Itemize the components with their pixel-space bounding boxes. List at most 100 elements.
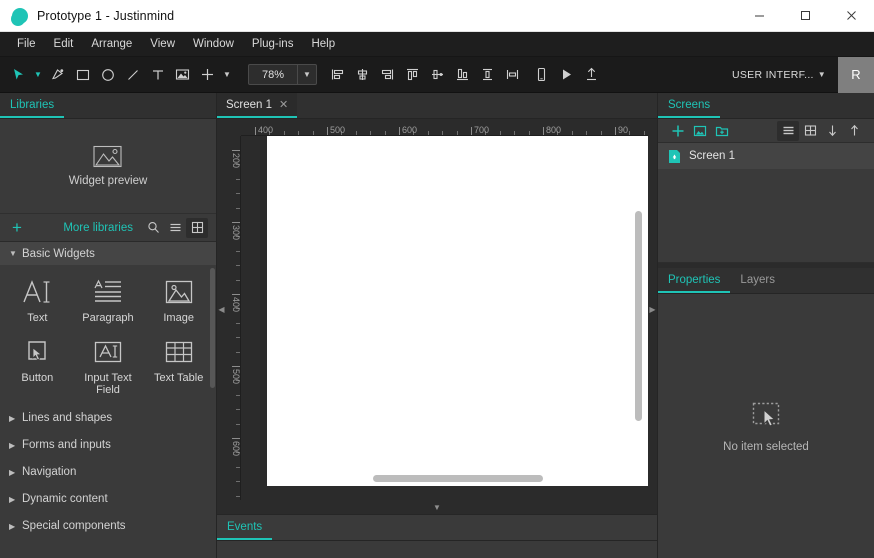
plus-icon[interactable] [195, 62, 220, 88]
widget-paragraph[interactable]: Paragraph [73, 271, 144, 329]
align-center-horizontal-icon[interactable] [350, 62, 375, 88]
ruler-label: 500 [231, 369, 240, 384]
libraries-scroll-area[interactable]: ▼ Basic Widgets Text [0, 242, 216, 558]
ruler-tick [232, 294, 240, 295]
image-screen-icon[interactable] [689, 121, 711, 141]
arrow-down-icon[interactable] [821, 121, 843, 141]
align-top-icon[interactable] [400, 62, 425, 88]
ruler-tick [500, 131, 501, 135]
align-middle-vertical-icon[interactable] [425, 62, 450, 88]
collapse-down-icon[interactable]: ▼ [217, 500, 657, 514]
screen-tab-label: Screen 1 [226, 99, 272, 111]
add-tool-dropdown[interactable]: ▼ [220, 62, 234, 88]
rectangle-icon[interactable] [70, 62, 95, 88]
category-lines-and-shapes[interactable]: ▶ Lines and shapes [0, 405, 216, 432]
add-library-button[interactable]: + [8, 218, 26, 238]
tab-screen-1[interactable]: Screen 1 ✕ [217, 93, 297, 118]
input-field-icon [91, 337, 125, 367]
maximize-button[interactable] [782, 0, 828, 31]
paragraph-icon [91, 277, 125, 307]
ruler-tick [428, 131, 429, 135]
avatar[interactable]: R [838, 57, 874, 93]
widget-button[interactable]: Button [2, 331, 73, 401]
cursor-arrow-icon[interactable] [6, 62, 31, 88]
ruler-tick [236, 424, 240, 425]
mobile-device-icon[interactable] [529, 62, 554, 88]
menu-arrange[interactable]: Arrange [82, 35, 141, 53]
category-label: Dynamic content [22, 493, 108, 505]
ruler-tick [232, 222, 240, 223]
tab-layers[interactable]: Layers [730, 268, 785, 293]
align-left-icon[interactable] [325, 62, 350, 88]
distribute-vertical-icon[interactable] [475, 62, 500, 88]
add-screen-button[interactable] [667, 121, 689, 141]
canvas-wrapper: ◀ 40050060070080090 200300400500600 ▶ [217, 119, 657, 500]
widget-input-text-field[interactable]: Input Text Field [73, 331, 144, 401]
ruler-tick [232, 366, 240, 367]
select-tool-dropdown[interactable]: ▼ [31, 62, 45, 88]
category-label: Special components [22, 520, 126, 532]
canvas-horizontal-scrollbar[interactable] [373, 475, 543, 482]
align-right-icon[interactable] [375, 62, 400, 88]
menu-file[interactable]: File [8, 35, 45, 53]
ruler-label: 700 [474, 126, 489, 135]
menu-plugins[interactable]: Plug-ins [243, 35, 303, 53]
distribute-horizontal-icon[interactable] [500, 62, 525, 88]
widget-text-table[interactable]: Text Table [143, 331, 214, 401]
close-button[interactable] [828, 0, 874, 31]
grid-view-icon[interactable] [799, 121, 821, 141]
ruler-label: 800 [546, 126, 561, 135]
widget-image[interactable]: Image [143, 271, 214, 329]
arrow-up-icon[interactable] [843, 121, 865, 141]
line-icon[interactable] [120, 62, 145, 88]
zoom-control[interactable]: 78% ▼ [248, 64, 317, 85]
folder-add-icon[interactable] [711, 121, 733, 141]
user-interface-dropdown[interactable]: USER INTERF... ▼ [720, 57, 838, 92]
pen-icon[interactable] [45, 62, 70, 88]
screen-list-item[interactable]: Screen 1 [658, 143, 874, 169]
ruler-tick [457, 131, 458, 135]
align-bottom-icon[interactable] [450, 62, 475, 88]
chevron-right-icon: ▶ [9, 441, 16, 450]
minimize-button[interactable] [736, 0, 782, 31]
widget-label: Paragraph [82, 312, 133, 325]
menu-help[interactable]: Help [302, 35, 344, 53]
close-icon[interactable]: ✕ [279, 98, 288, 111]
menu-edit[interactable]: Edit [45, 35, 83, 53]
list-view-icon[interactable] [164, 218, 186, 238]
tab-screens[interactable]: Screens [658, 93, 720, 118]
category-special-components[interactable]: ▶ Special components [0, 513, 216, 540]
image-icon[interactable] [170, 62, 195, 88]
menu-view[interactable]: View [141, 35, 184, 53]
screen-canvas[interactable] [267, 136, 648, 486]
menu-window[interactable]: Window [184, 35, 243, 53]
collapse-left-icon[interactable]: ◀ [217, 119, 226, 500]
libraries-scrollbar[interactable] [210, 268, 215, 388]
canvas-vertical-scrollbar[interactable] [635, 211, 642, 421]
play-icon[interactable] [554, 62, 579, 88]
search-icon[interactable] [142, 218, 164, 238]
text-t-icon[interactable] [145, 62, 170, 88]
events-tab-bar: Events [217, 515, 657, 541]
collapse-right-icon[interactable]: ▶ [648, 119, 657, 500]
ruler-label: 600 [231, 441, 240, 456]
category-dynamic-content[interactable]: ▶ Dynamic content [0, 486, 216, 513]
tab-libraries[interactable]: Libraries [0, 93, 64, 118]
ruler-tick [356, 131, 357, 135]
chevron-down-icon[interactable]: ▼ [297, 65, 316, 84]
category-label: Navigation [22, 466, 76, 478]
tab-events[interactable]: Events [217, 515, 272, 540]
category-navigation[interactable]: ▶ Navigation [0, 459, 216, 486]
more-libraries-link[interactable]: More libraries [63, 222, 133, 234]
ruler-label: 500 [330, 126, 345, 135]
widget-text[interactable]: Text [2, 271, 73, 329]
tab-properties[interactable]: Properties [658, 268, 730, 293]
category-forms-and-inputs[interactable]: ▶ Forms and inputs [0, 432, 216, 459]
zoom-value[interactable]: 78% [249, 69, 297, 81]
canvas-viewport[interactable] [241, 136, 648, 500]
grid-view-icon[interactable] [186, 218, 208, 238]
ellipse-icon[interactable] [95, 62, 120, 88]
category-basic-widgets[interactable]: ▼ Basic Widgets [0, 242, 216, 265]
list-view-icon[interactable] [777, 121, 799, 141]
upload-icon[interactable] [579, 62, 604, 88]
